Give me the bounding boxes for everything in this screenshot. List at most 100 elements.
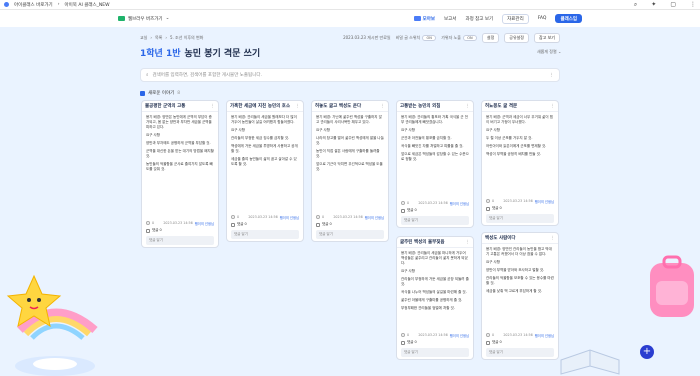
like-icon[interactable] — [231, 215, 235, 219]
like-icon[interactable] — [316, 215, 320, 219]
menu-item-5[interactable]: 클래스입 — [555, 14, 582, 23]
post-card[interactable]: 불공평한 군역의 고통 ⋮ 봉기 배경: 양반은 농민에게 군역의 부담이 증가… — [141, 100, 219, 248]
comment-input[interactable]: 댓글 달기 — [401, 216, 469, 225]
more-icon[interactable]: ⋮ — [381, 104, 386, 109]
more-icon[interactable]: ⋮ — [551, 236, 556, 241]
more-icon[interactable]: ⋮ — [690, 1, 696, 8]
author-toggle-label: 가위자 노출 — [441, 35, 461, 40]
window-icon[interactable]: ▢ — [670, 1, 676, 8]
comment-count: 댓글 0 — [237, 222, 247, 226]
comment-row[interactable]: 댓글 0 — [482, 205, 558, 212]
sort-select[interactable]: 새롭게 정렬 ⌄ — [537, 49, 561, 55]
post-line: 봉기 배경: 관리들이 세금을 원래보다 더 많이 거두어 농민들이 살길 어려… — [231, 115, 297, 124]
post-line: 봉기 배경: 가난에 굶주린 백성을 구휼하지 않고 관리들이 사리사욕만 채우… — [316, 115, 382, 124]
comment-icon — [231, 222, 235, 227]
comment-icon — [401, 340, 405, 345]
menu-item-0[interactable]: 모아보 — [413, 15, 435, 22]
post-meta: 0 2023.03.23 14:56 팽이의 선생님 — [142, 219, 218, 227]
like-icon[interactable] — [486, 333, 490, 337]
section-icon — [140, 90, 145, 96]
post-meta: 0 2023.03.23 14:56 팽이의 선생님 — [312, 213, 388, 221]
comment-row[interactable]: 댓글 0 — [397, 207, 473, 214]
comment-icon — [316, 222, 320, 227]
print-button[interactable]: 참고 보기 — [534, 33, 560, 43]
like-icon[interactable] — [486, 199, 490, 203]
search-bar[interactable]: ⌕ 검색어를 입력하면, 검색어를 포함한 게시물만 노출됩니다. ⋮ — [140, 68, 560, 82]
post-line: 앞으로 세금은 백성들의 감당할 수 있는 수준으로 정할 것. — [401, 152, 469, 161]
like-count: 0 — [237, 215, 240, 219]
like-icon[interactable] — [146, 221, 150, 225]
comment-count: 댓글 0 — [407, 340, 417, 344]
comment-row[interactable]: 댓글 0 — [312, 221, 388, 228]
breadcrumb-2[interactable]: 5. 조선 이후의 변화 — [170, 35, 203, 41]
comment-input[interactable]: 댓글 달기 — [401, 348, 469, 357]
post-line: 요구 사항 — [486, 128, 500, 132]
breadcrumb-0[interactable]: 교실 — [140, 35, 147, 41]
comment-row[interactable]: 댓글 0 — [142, 227, 218, 234]
more-icon[interactable]: ⋮ — [466, 104, 471, 109]
menu-item-4[interactable]: FAQ — [538, 16, 547, 21]
comment-icon — [486, 340, 490, 345]
author-toggle-switch[interactable]: ON — [462, 35, 477, 41]
crumb-1[interactable]: 아이북 AI 클래스_NEW — [65, 2, 110, 8]
section-label: 새로운 이야기 — [148, 91, 175, 96]
board-controls: 교실 › 목록 › 5. 조선 이후의 변화 2023.03.23 게시판 만료… — [140, 33, 560, 43]
post-date: 2023.03.23 14:56 — [248, 215, 278, 219]
comment-row[interactable]: 댓글 0 — [482, 339, 558, 346]
post-date: 2023.03.23 14:56 — [418, 201, 448, 205]
post-card[interactable]: 허뇨몽도 굶 격문 ⋮ 봉기 배경: 군역과 세금이 너무 무거워 삶이 힘이 … — [481, 100, 559, 226]
share-button[interactable]: 공유설정 — [504, 33, 529, 43]
menu-item-1[interactable]: 보고서 — [444, 16, 456, 22]
backpack-illustration — [650, 255, 694, 317]
more-icon[interactable]: ⋮ — [551, 104, 556, 109]
more-icon[interactable]: ⋮ — [211, 104, 216, 109]
post-line: 군역을 대신한 돈을 받는 대기의 방법을 폐지할 것. — [146, 149, 214, 158]
comment-row[interactable]: 댓글 0 — [397, 339, 473, 346]
search-input[interactable]: 검색어를 입력하면, 검색어를 포함한 게시물만 노출됩니다. — [153, 72, 262, 78]
window-titlebar: 아이클래스 바로가기 › 아이북 AI 클래스_NEW ⌕ ✦ ▢ ⋮ — [0, 0, 700, 10]
secret-toggle[interactable]: 비밀 글 스위치 ON — [396, 35, 437, 41]
post-body: 봉기 배경: 관리들이 세금을 원래보다 더 많이 거두어 농민들이 살길 어려… — [227, 112, 303, 213]
search-more-icon[interactable]: ⋮ — [550, 73, 555, 78]
post-card[interactable]: 가혹한 세금에 지친 농민의 호소 ⋮ 봉기 배경: 관리들이 세금을 원래보다… — [226, 100, 304, 242]
comment-input[interactable]: 댓글 달기 — [231, 230, 299, 239]
post-author: 팽이의 선생님 — [534, 199, 554, 204]
like-count: 0 — [152, 221, 155, 225]
comment-input[interactable]: 댓글 달기 — [486, 348, 554, 357]
comment-input[interactable]: 댓글 달기 — [146, 236, 214, 245]
comment-input[interactable]: 댓글 달기 — [486, 214, 554, 223]
post-date: 2023.03.23 14:56 — [163, 221, 193, 225]
post-line: 백성이 부역을 공정히 배치를 만들 것. — [486, 152, 541, 156]
like-icon[interactable] — [401, 333, 405, 337]
post-line: 봉기 배경: 관리들의 횡포와 가혹 국식을 군 전부 관리들에게 빼앗겼습니다… — [401, 115, 468, 124]
post-card[interactable]: 굶주린 백성의 울부짖음 ⋮ 봉기 배경: 관리들이 세금을 마니하게 거두어 … — [396, 236, 474, 360]
post-line: 양반이 부역을 받아와 조사하고 벌할 것. — [486, 268, 545, 272]
post-author: 팽이의 선생님 — [534, 333, 554, 338]
puzzle-icon[interactable]: ✦ — [651, 1, 656, 8]
menu-item-3[interactable]: 자료관리 — [502, 13, 529, 24]
more-icon[interactable]: ⋮ — [466, 240, 471, 245]
comment-input[interactable]: 댓글 달기 — [316, 230, 384, 239]
brand[interactable]: 웹브라우 버즈가기 ⌄ — [118, 16, 169, 22]
post-line: 두 철 이상 군포를 거두지 말 것. — [486, 136, 533, 140]
post-card[interactable]: 백성도 사람이다 ⋮ 봉기 배경: 양반인 관리들이 농민을 함고 박대 기 고… — [481, 232, 559, 360]
post-line: 세금을 낮춰 백 고르게 부담하게 할 것. — [486, 289, 543, 293]
post-date: 2023.03.23 14:56 — [333, 215, 363, 219]
post-title: 백성도 사람이다 — [485, 236, 516, 241]
author-toggle[interactable]: 가위자 노출 ON — [441, 35, 477, 41]
like-icon[interactable] — [401, 201, 405, 205]
breadcrumb-1[interactable]: 목록 — [155, 35, 162, 41]
crumb-0[interactable]: 아이클래스 바로가기 — [14, 2, 53, 8]
secret-toggle-switch[interactable]: ON — [422, 35, 437, 41]
post-card[interactable]: 고통받는 농민의 외침 ⋮ 봉기 배경: 관리들의 횡포와 가혹 국식을 군 전… — [396, 100, 474, 228]
search-icon[interactable]: ⌕ — [634, 1, 637, 9]
brand-logo-icon — [118, 16, 125, 21]
settings-button[interactable]: 설정 — [481, 33, 500, 43]
more-icon[interactable]: ⋮ — [296, 104, 301, 109]
post-title: 가혹한 세금에 지친 농민의 호소 — [230, 104, 291, 109]
add-post-button[interactable]: + — [640, 345, 654, 359]
post-header: 허뇨몽도 굶 격문 ⋮ — [482, 101, 558, 112]
comment-row[interactable]: 댓글 0 — [227, 221, 303, 228]
post-card[interactable]: 허놓도 굶고 백성도 운다 ⋮ 봉기 배경: 가난에 굶주린 백성을 구휼하지 … — [311, 100, 389, 242]
menu-item-2[interactable]: 과정 참고 보기 — [465, 16, 493, 22]
